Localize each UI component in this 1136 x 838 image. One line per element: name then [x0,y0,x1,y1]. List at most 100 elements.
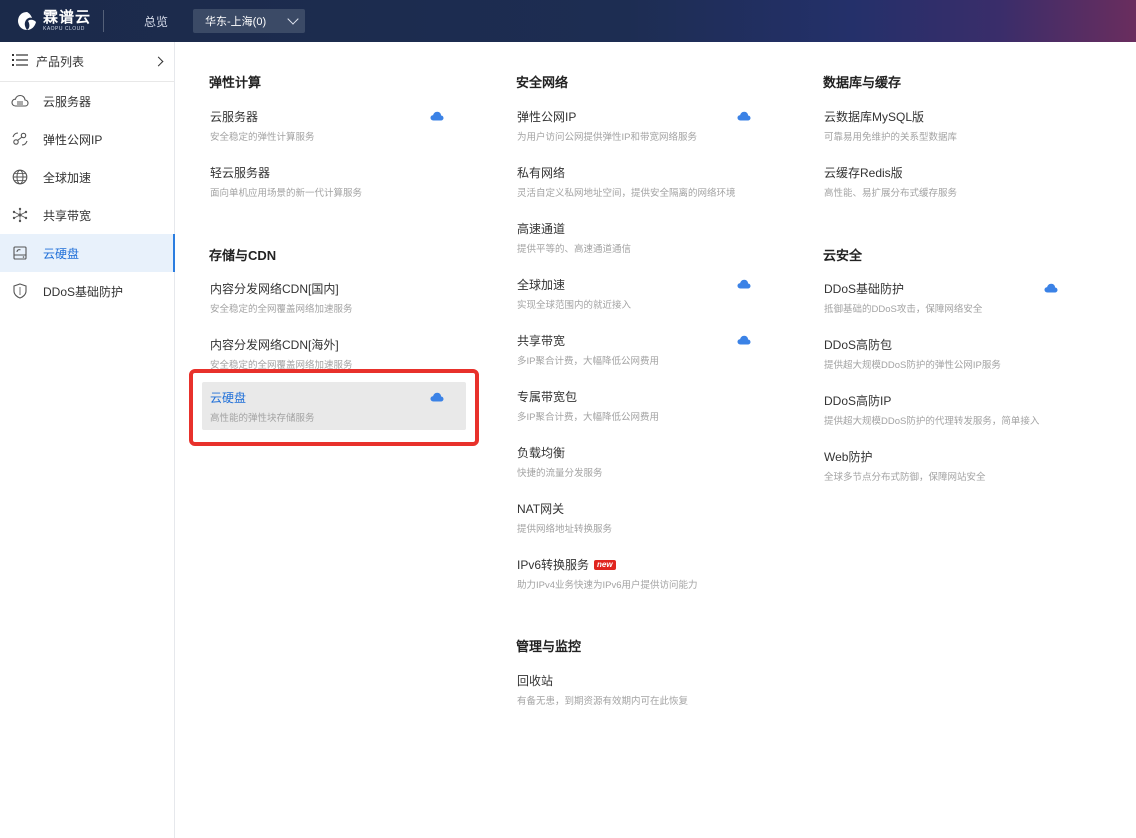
cloud-icon [1044,283,1058,293]
product-name: DDoS高防IP [824,394,892,408]
category-title-management: 管理与监控 [516,639,582,654]
elastic-ip-icon [11,130,29,148]
sidebar-item-label: 弹性公网IP [43,132,103,147]
product-name: 私有网络 [517,166,566,180]
product-dedicated-bandwidth[interactable]: 专属带宽包 多IP聚合计费，大幅降低公网费用 [509,381,773,429]
product-name: Web防护 [824,450,873,464]
region-select[interactable]: 华东-上海(0) [193,9,305,33]
product-desc: 抵御基础的DDoS攻击，保障网络安全 [824,304,983,315]
logo[interactable]: 霖谱云 KAOPU CLOUD [0,0,103,42]
product-redis[interactable]: 云缓存Redis版 高性能、易扩展分布式缓存服务 [816,157,1080,205]
highlight-box [189,369,479,446]
category-title-network: 安全网络 [516,75,569,90]
product-name: 负载均衡 [517,446,566,460]
sidebar-item-label: 云服务器 [43,94,92,109]
chevron-right-icon[interactable] [153,56,164,67]
product-desc: 多IP聚合计费，大幅降低公网费用 [517,412,659,423]
product-desc: 可靠易用免维护的关系型数据库 [824,132,958,143]
cloud-icon [737,335,751,345]
sidebar-item-elastic-ip[interactable]: 弹性公网IP [0,120,174,158]
product-private-network[interactable]: 私有网络 灵活自定义私网地址空间，提供安全隔离的网络环境 [509,157,773,205]
product-name: 高速通道 [517,222,566,236]
product-list-header[interactable]: 产品列表 [0,42,174,82]
product-nat-gateway[interactable]: NAT网关 提供网络地址转换服务 [509,493,773,541]
product-cdn-domestic[interactable]: 内容分发网络CDN[国内] 安全稳定的全网覆盖网络加速服务 [202,273,466,321]
product-desc: 安全稳定的全网覆盖网络加速服务 [210,304,353,315]
product-name: 内容分发网络CDN[海外] [210,338,339,352]
product-desc: 全球多节点分布式防御，保障网站安全 [824,472,986,483]
product-shared-bandwidth[interactable]: 共享带宽 多IP聚合计费，大幅降低公网费用 [509,325,773,373]
chevron-down-icon [287,13,299,25]
product-desc: 提供网络地址转换服务 [517,524,613,535]
top-bar: 霖谱云 KAOPU CLOUD 总览 华东-上海(0) [0,0,1136,42]
overview-link[interactable]: 总览 [144,13,193,30]
product-name: IPv6转换服务 new [517,556,765,573]
product-light-server[interactable]: 轻云服务器 面向单机应用场景的新一代计算服务 [202,157,466,205]
sidebar-item-cloud-disk[interactable]: 云硬盘 [0,234,175,272]
product-ddos-basic[interactable]: DDoS基础防护 抵御基础的DDoS攻击，保障网络安全 [816,273,1080,321]
product-load-balancer[interactable]: 负载均衡 快捷的流量分发服务 [509,437,773,485]
product-desc: 为用户访问公网提供弹性IP和带宽网络服务 [517,132,697,143]
product-ddos-pack[interactable]: DDoS高防包 提供超大规模DDoS防护的弹性公网IP服务 [816,329,1080,377]
product-desc: 快捷的流量分发服务 [517,468,603,479]
product-desc: 面向单机应用场景的新一代计算服务 [210,188,363,199]
product-name-text: IPv6转换服务 [517,558,590,572]
sidebar: 产品列表 云服务器 弹性公网IP 全球加速 共享带宽 云硬盘 DDoS基础防护 [0,42,175,838]
product-name: 云数据库MySQL版 [824,110,925,124]
region-value: 华东-上海(0) [205,16,267,28]
category-title-storage: 存储与CDN [209,248,277,263]
product-name: 内容分发网络CDN[国内] [210,282,339,296]
product-name: 轻云服务器 [210,166,271,180]
cloud-icon [737,111,751,121]
product-desc: 灵活自定义私网地址空间，提供安全隔离的网络环境 [517,188,736,199]
product-name: 全球加速 [517,278,566,292]
product-desc: 多IP聚合计费，大幅降低公网费用 [517,356,659,367]
sidebar-item-ddos-basic[interactable]: DDoS基础防护 [0,272,174,310]
product-menu: 弹性计算 云服务器 安全稳定的弹性计算服务 轻云服务器 面向单机应用场景的新一代… [175,42,1136,838]
sidebar-item-shared-bandwidth[interactable]: 共享带宽 [0,196,174,234]
product-name: 弹性公网IP [517,110,577,124]
sidebar-item-label: 云硬盘 [43,246,80,261]
category-title-compute: 弹性计算 [209,75,262,90]
logo-name: 霖谱云 [43,9,92,26]
sidebar-item-label: 全球加速 [43,170,92,185]
product-global-acceleration[interactable]: 全球加速 实现全球范围内的就近接入 [509,269,773,317]
sidebar-item-global-acceleration[interactable]: 全球加速 [0,158,174,196]
product-desc: 高性能、易扩展分布式缓存服务 [824,188,958,199]
globe-icon [11,168,29,186]
logo-mark-icon [16,10,38,32]
top-divider [103,10,104,32]
sidebar-item-label: DDoS基础防护 [43,284,124,299]
product-ipv6-translation[interactable]: IPv6转换服务 new 助力IPv4业务快速为IPv6用户提供访问能力 [509,549,773,597]
disk-icon [11,244,29,262]
product-express-connect[interactable]: 高速通道 提供平等的、高速通道通信 [509,213,773,261]
product-desc: 有备无患，到期资源有效期内可在此恢复 [517,696,689,707]
product-name: DDoS基础防护 [824,282,905,296]
list-icon [12,53,28,70]
product-desc: 实现全球范围内的就近接入 [517,300,632,311]
category-title-security: 云安全 [823,248,863,263]
sidebar-item-cloud-server[interactable]: 云服务器 [0,82,174,120]
logo-subtitle: KAOPU CLOUD [43,26,85,32]
product-name: NAT网关 [517,502,565,516]
product-web-protection[interactable]: Web防护 全球多节点分布式防御，保障网站安全 [816,441,1080,489]
product-desc: 助力IPv4业务快速为IPv6用户提供访问能力 [517,580,698,591]
product-desc: 提供平等的、高速通道通信 [517,244,632,255]
product-elastic-ip[interactable]: 弹性公网IP 为用户访问公网提供弹性IP和带宽网络服务 [509,101,773,149]
product-name: 共享带宽 [517,334,566,348]
shield-icon [11,282,29,300]
category-title-database: 数据库与缓存 [823,75,902,90]
product-mysql[interactable]: 云数据库MySQL版 可靠易用免维护的关系型数据库 [816,101,1080,149]
product-cloud-server[interactable]: 云服务器 安全稳定的弹性计算服务 [202,101,466,149]
product-recycle-bin[interactable]: 回收站 有备无患，到期资源有效期内可在此恢复 [509,665,773,713]
product-desc: 提供超大规模DDoS防护的弹性公网IP服务 [824,360,1001,371]
network-hub-icon [11,206,29,224]
product-name: 专属带宽包 [517,390,578,404]
product-desc: 提供超大规模DDoS防护的代理转发服务，简单接入 [824,416,1040,427]
product-ddos-ip[interactable]: DDoS高防IP 提供超大规模DDoS防护的代理转发服务，简单接入 [816,385,1080,433]
product-name: 回收站 [517,674,554,688]
cloud-icon [430,111,444,121]
product-name: DDoS高防包 [824,338,893,352]
product-desc: 安全稳定的弹性计算服务 [210,132,315,143]
product-name: 云服务器 [210,110,259,124]
